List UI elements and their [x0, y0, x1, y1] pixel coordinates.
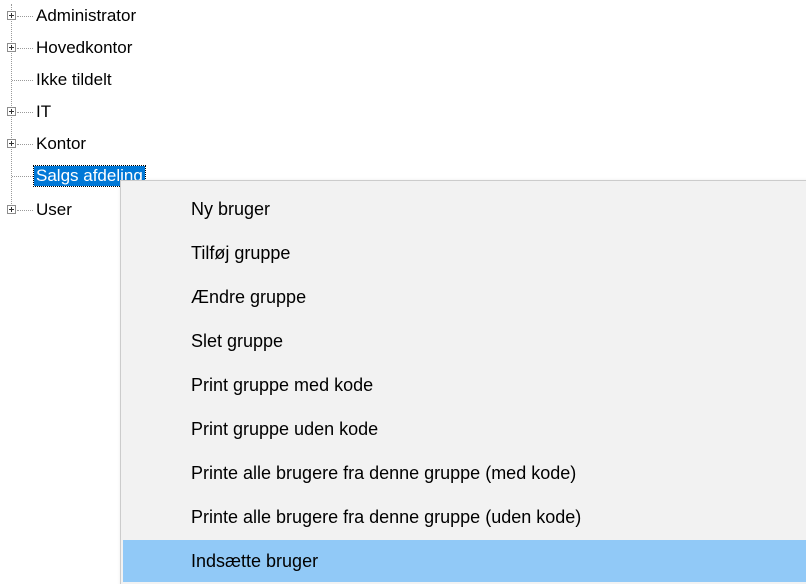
menu-item-label: Tilføj gruppe — [191, 243, 291, 263]
tree-item-administrator[interactable]: Administrator — [0, 0, 300, 32]
tree-item-label[interactable]: IT — [34, 102, 53, 122]
expand-plus-icon[interactable] — [7, 107, 16, 116]
menu-item-label: Print gruppe med kode — [191, 375, 374, 395]
menu-item-label: Slet gruppe — [191, 331, 284, 351]
menu-item-label: Printe alle brugere fra denne gruppe (me… — [191, 463, 577, 483]
menu-item-print-gruppe-med-kode[interactable]: Print gruppe med kode — [123, 364, 806, 406]
menu-item-printe-alle-med-kode[interactable]: Printe alle brugere fra denne gruppe (me… — [123, 452, 806, 494]
context-menu: Ny bruger Tilføj gruppe Ændre gruppe Sle… — [120, 180, 806, 584]
menu-item-tilfoej-gruppe[interactable]: Tilføj gruppe — [123, 232, 806, 274]
menu-item-slet-gruppe[interactable]: Slet gruppe — [123, 320, 806, 362]
menu-item-indsaette-bruger[interactable]: Indsætte bruger — [123, 540, 806, 582]
menu-item-print-gruppe-uden-kode[interactable]: Print gruppe uden kode — [123, 408, 806, 450]
menu-item-ny-bruger[interactable]: Ny bruger — [123, 188, 806, 230]
tree-item-ikke-tildelt[interactable]: Ikke tildelt — [0, 64, 300, 96]
tree-item-label[interactable]: Administrator — [34, 6, 138, 26]
menu-item-label: Print gruppe uden kode — [191, 419, 379, 439]
tree-item-it[interactable]: IT — [0, 96, 300, 128]
tree-item-label[interactable]: Kontor — [34, 134, 88, 154]
menu-item-label: Ny bruger — [191, 199, 271, 219]
menu-item-label: Indsætte bruger — [191, 551, 319, 571]
menu-item-aendre-gruppe[interactable]: Ændre gruppe — [123, 276, 806, 318]
expand-plus-icon[interactable] — [7, 11, 16, 20]
expand-plus-icon[interactable] — [7, 139, 16, 148]
tree-item-label[interactable]: Hovedkontor — [34, 38, 134, 58]
expand-plus-icon[interactable] — [7, 43, 16, 52]
expand-plus-icon[interactable] — [7, 205, 16, 214]
tree-item-hovedkontor[interactable]: Hovedkontor — [0, 32, 300, 64]
menu-item-printe-alle-uden-kode[interactable]: Printe alle brugere fra denne gruppe (ud… — [123, 496, 806, 538]
tree-item-kontor[interactable]: Kontor — [0, 128, 300, 160]
menu-item-label: Ændre gruppe — [191, 287, 307, 307]
menu-item-label: Printe alle brugere fra denne gruppe (ud… — [191, 507, 582, 527]
tree-item-label[interactable]: Ikke tildelt — [34, 70, 114, 90]
tree-item-label[interactable]: User — [34, 200, 74, 220]
